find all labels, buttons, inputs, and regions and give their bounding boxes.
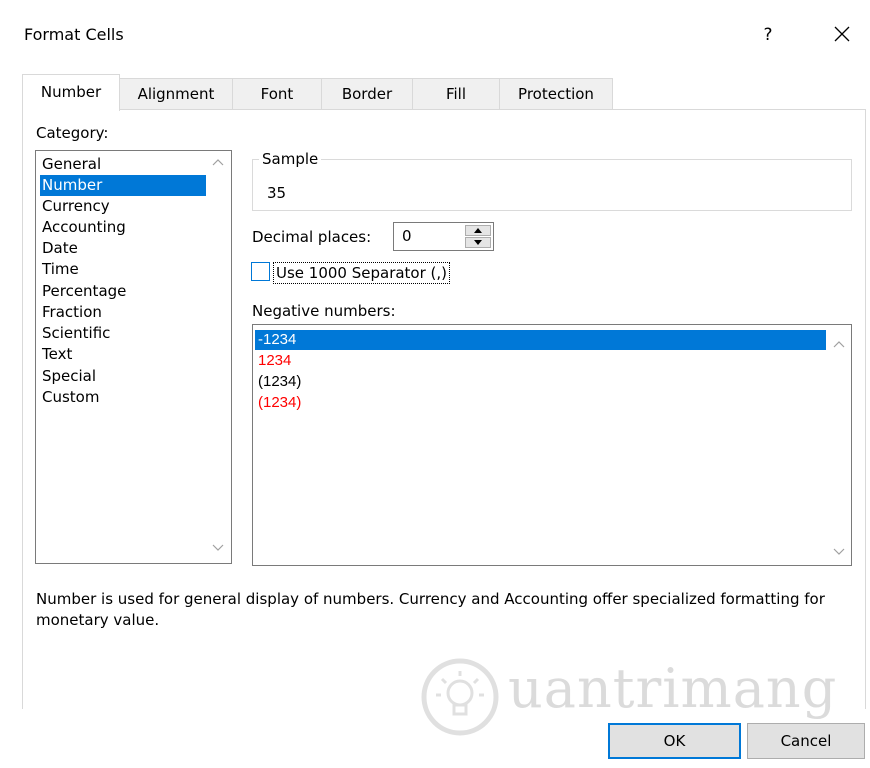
category-list[interactable]: General Number Currency Accounting Date … [35, 150, 232, 564]
close-icon [834, 26, 850, 42]
help-button[interactable]: ? [752, 18, 784, 52]
scroll-down-icon[interactable] [212, 541, 224, 555]
tab-font[interactable]: Font [232, 78, 322, 109]
title-bar: Format Cells ? [0, 0, 870, 70]
sample-value: 35 [267, 184, 287, 202]
spin-control [465, 225, 491, 248]
category-item-number[interactable]: Number [40, 175, 206, 196]
tab-number[interactable]: Number [22, 74, 120, 111]
category-item-general[interactable]: General [40, 154, 206, 175]
tab-fill[interactable]: Fill [412, 78, 500, 109]
scroll-down-icon[interactable] [833, 545, 845, 559]
negative-numbers-label: Negative numbers: [252, 302, 396, 320]
sample-legend: Sample [259, 150, 322, 168]
cancel-button[interactable]: Cancel [747, 723, 865, 759]
category-item-text[interactable]: Text [40, 344, 206, 365]
tab-alignment[interactable]: Alignment [119, 78, 233, 109]
spin-down-button[interactable] [465, 237, 491, 248]
decimal-places-value[interactable]: 0 [402, 227, 412, 245]
category-description: Number is used for general display of nu… [36, 590, 825, 629]
negative-item-parentheses[interactable]: (1234) [255, 372, 826, 392]
watermark-text: uantrimang [508, 657, 838, 720]
separator-label[interactable]: Use 1000 Separator (,) [273, 262, 451, 284]
decimal-places-stepper[interactable]: 0 [393, 222, 494, 251]
triangle-down-icon [474, 240, 482, 245]
decimal-places-label: Decimal places: [252, 228, 372, 246]
tab-protection[interactable]: Protection [499, 78, 613, 109]
negative-item-minus[interactable]: -1234 [255, 330, 826, 350]
negative-numbers-list[interactable]: -1234 1234 (1234) (1234) [252, 324, 852, 566]
category-item-fraction[interactable]: Fraction [40, 302, 206, 323]
negative-item-red[interactable]: 1234 [255, 351, 826, 371]
sample-group: Sample 35 [252, 150, 852, 211]
category-item-special[interactable]: Special [40, 366, 206, 387]
category-item-time[interactable]: Time [40, 259, 206, 280]
lightbulb-icon [421, 658, 499, 736]
category-item-currency[interactable]: Currency [40, 196, 206, 217]
category-label: Category: [36, 124, 109, 142]
close-button[interactable] [822, 18, 862, 52]
category-item-date[interactable]: Date [40, 238, 206, 259]
category-item-custom[interactable]: Custom [40, 387, 206, 408]
category-item-scientific[interactable]: Scientific [40, 323, 206, 344]
ok-button[interactable]: OK [608, 723, 741, 759]
separator-checkbox[interactable] [251, 262, 270, 281]
scroll-up-icon[interactable] [833, 337, 845, 351]
category-item-percentage[interactable]: Percentage [40, 281, 206, 302]
category-item-accounting[interactable]: Accounting [40, 217, 206, 238]
triangle-up-icon [474, 228, 482, 233]
tab-border[interactable]: Border [321, 78, 413, 109]
dialog-title: Format Cells [24, 25, 124, 44]
spin-up-button[interactable] [465, 225, 491, 236]
scroll-up-icon[interactable] [212, 155, 224, 169]
negative-item-red-parentheses[interactable]: (1234) [255, 393, 826, 413]
